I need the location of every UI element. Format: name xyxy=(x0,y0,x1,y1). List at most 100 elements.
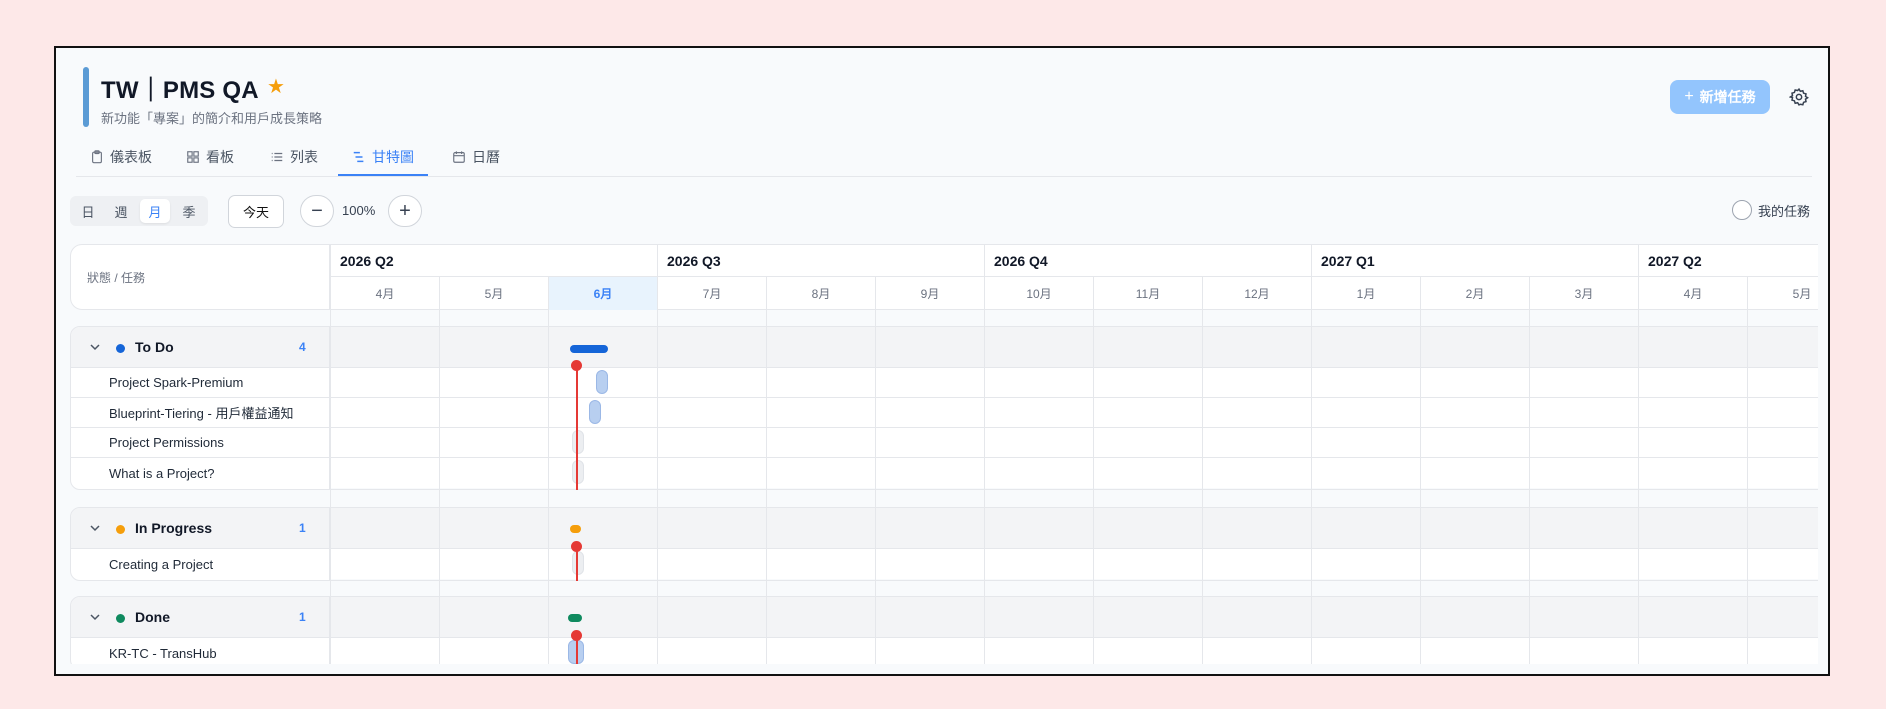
timeline-row xyxy=(330,638,1818,664)
app-window: TW｜PMS QA ★ 新功能「專案」的簡介和用戶成長策略 + 新增任務 儀表板… xyxy=(54,46,1830,676)
today-marker-dot xyxy=(571,360,582,371)
task-row[interactable]: Project Spark-Premium xyxy=(71,368,329,398)
group-timeline-header xyxy=(330,327,1818,368)
group-name: In Progress xyxy=(135,520,213,536)
quarter-header: 2026 Q4 xyxy=(984,245,1311,277)
tab-dashboard[interactable]: 儀表板 xyxy=(76,140,166,174)
star-icon[interactable]: ★ xyxy=(267,74,285,99)
task-bar[interactable] xyxy=(572,460,584,484)
group-count-badge: 1 xyxy=(299,610,306,624)
chevron-down-icon[interactable] xyxy=(89,611,101,623)
quarter-header: 2027 Q1 xyxy=(1311,245,1638,277)
view-tabs: 儀表板 看板 列表 甘特圖 日曆 xyxy=(76,140,1812,177)
page-title: TW｜PMS QA xyxy=(101,77,259,104)
task-row[interactable]: Project Permissions xyxy=(71,428,329,458)
month-header: 11月 xyxy=(1093,277,1202,310)
month-header: 10月 xyxy=(984,277,1093,310)
group-summary-bar[interactable] xyxy=(570,525,581,533)
quarter-header: 2026 Q3 xyxy=(657,245,984,277)
my-tasks-label: 我的任務 xyxy=(1758,203,1811,219)
task-bar[interactable] xyxy=(589,400,601,424)
timeline-header: 2026 Q2 2026 Q3 2026 Q4 2027 Q1 2027 Q2 4月 5月 6… xyxy=(330,244,1818,310)
gantt-grid: 狀態 / 任務 2026 Q2 2026 Q3 2026 Q4 2027 Q1 2027… xyxy=(70,244,1818,664)
plus-icon: + xyxy=(399,199,411,222)
zoom-in-button[interactable]: + xyxy=(388,195,422,227)
timeline-row xyxy=(330,458,1818,488)
gear-icon[interactable] xyxy=(1786,84,1812,110)
task-column-header: 狀態 / 任務 xyxy=(70,244,330,310)
month-header: 5月 xyxy=(1747,277,1818,310)
scale-month-button[interactable]: 月 xyxy=(140,199,170,223)
group-timeline-header xyxy=(330,508,1818,549)
tab-label: 看板 xyxy=(206,149,234,165)
calendar-icon xyxy=(453,151,465,163)
group-done-timeline xyxy=(330,596,1818,664)
group-todo: To Do 4 Project Spark-Premium Blueprint-… xyxy=(70,326,330,490)
tab-board[interactable]: 看板 xyxy=(172,140,248,174)
month-header: 5月 xyxy=(439,277,548,310)
quarter-header: 2026 Q2 xyxy=(330,245,657,277)
month-header: 9月 xyxy=(875,277,984,310)
today-marker-dot xyxy=(571,541,582,552)
tab-label: 甘特圖 xyxy=(372,149,414,165)
month-header: 3月 xyxy=(1529,277,1638,310)
gantt-icon xyxy=(353,151,364,163)
group-summary-bar[interactable] xyxy=(568,614,582,622)
month-header: 4月 xyxy=(1638,277,1747,310)
task-bar[interactable] xyxy=(572,430,584,454)
page-subtitle: 新功能「專案」的簡介和用戶成長策略 xyxy=(101,111,323,126)
timeline-row xyxy=(330,398,1818,428)
group-header[interactable]: To Do 4 xyxy=(71,327,329,368)
plus-icon: + xyxy=(1684,88,1694,105)
chevron-down-icon[interactable] xyxy=(89,341,101,353)
group-count-badge: 4 xyxy=(299,340,306,354)
status-dot xyxy=(116,344,125,353)
timeline-row xyxy=(330,428,1818,458)
tab-label: 列表 xyxy=(290,149,318,165)
month-header: 8月 xyxy=(766,277,875,310)
group-header[interactable]: In Progress 1 xyxy=(71,508,329,549)
task-row[interactable]: Blueprint-Tiering - 用戶權益通知 xyxy=(71,398,329,428)
minus-icon: − xyxy=(311,199,323,222)
add-task-button[interactable]: + 新增任務 xyxy=(1670,80,1770,114)
month-header: 7月 xyxy=(657,277,766,310)
add-task-label: 新增任務 xyxy=(1699,89,1756,105)
tab-gantt[interactable]: 甘特圖 xyxy=(338,140,428,176)
scale-week-button[interactable]: 週 xyxy=(106,199,136,223)
group-summary-bar[interactable] xyxy=(570,345,608,353)
today-button[interactable]: 今天 xyxy=(228,195,284,228)
group-todo-timeline xyxy=(330,326,1818,490)
my-tasks-toggle[interactable]: 我的任務 xyxy=(1732,200,1810,220)
today-marker-dot xyxy=(571,630,582,641)
scale-quarter-button[interactable]: 季 xyxy=(174,199,204,223)
list-icon xyxy=(271,152,283,162)
month-header: 2月 xyxy=(1420,277,1529,310)
task-row[interactable]: KR-TC - TransHub xyxy=(71,638,329,664)
quarter-header: 2027 Q2 xyxy=(1638,245,1818,277)
chevron-down-icon[interactable] xyxy=(89,522,101,534)
group-done: Done 1 KR-TC - TransHub xyxy=(70,596,330,664)
group-name: Done xyxy=(135,609,170,625)
month-header: 1月 xyxy=(1311,277,1420,310)
grid-icon xyxy=(187,151,199,163)
status-dot xyxy=(116,525,125,534)
task-bar[interactable] xyxy=(572,551,584,575)
status-dot xyxy=(116,614,125,623)
zoom-out-button[interactable]: − xyxy=(300,195,334,227)
group-in-progress-timeline xyxy=(330,507,1818,581)
tab-label: 儀表板 xyxy=(110,149,152,165)
time-scale-switch: 日 週 月 季 xyxy=(70,196,208,226)
group-header[interactable]: Done 1 xyxy=(71,597,329,638)
tab-label: 日曆 xyxy=(472,149,500,165)
month-header: 6月 xyxy=(548,277,657,310)
task-row[interactable]: Creating a Project xyxy=(71,549,329,579)
task-bar[interactable] xyxy=(596,370,608,394)
group-count-badge: 1 xyxy=(299,521,306,535)
task-row[interactable]: What is a Project? xyxy=(71,458,329,488)
scale-day-button[interactable]: 日 xyxy=(73,199,103,223)
radio-circle-icon[interactable] xyxy=(1732,200,1752,220)
title-accent-bar xyxy=(83,67,89,127)
tab-calendar[interactable]: 日曆 xyxy=(438,140,514,174)
tab-list[interactable]: 列表 xyxy=(256,140,332,174)
zoom-level: 100% xyxy=(342,203,376,218)
